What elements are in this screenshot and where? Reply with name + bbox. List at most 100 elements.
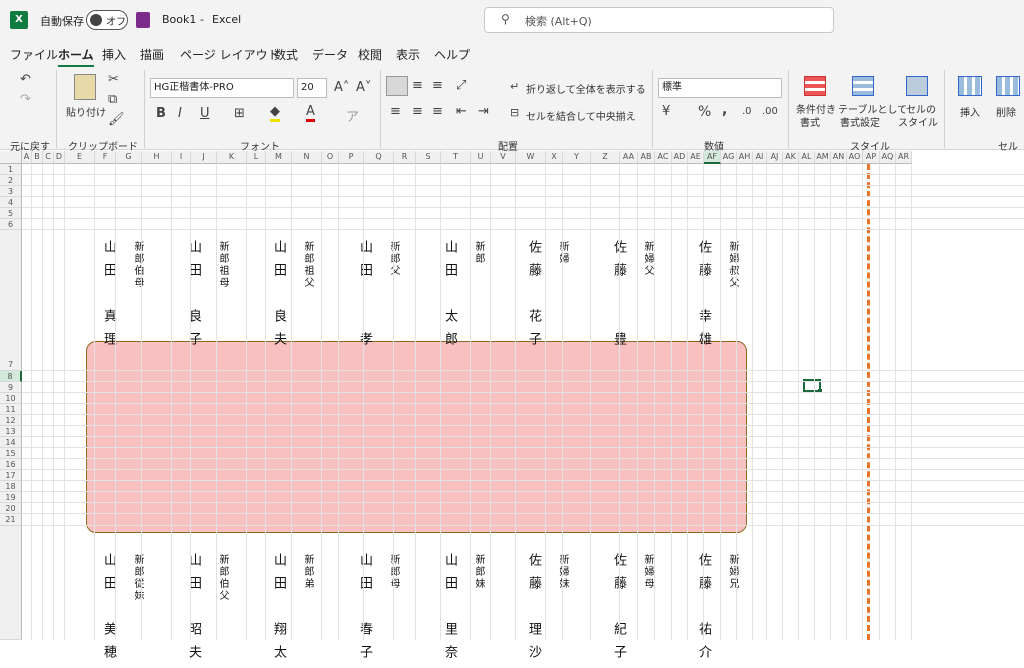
- tab-view[interactable]: 表示: [396, 46, 420, 63]
- percent-button[interactable]: %: [698, 104, 711, 120]
- merge-center-button[interactable]: セルを結合して中央揃え: [526, 108, 636, 123]
- column-header-AQ[interactable]: AQ: [880, 151, 896, 164]
- row-header-5[interactable]: 5: [0, 208, 22, 219]
- column-header-D[interactable]: D: [54, 151, 65, 164]
- guest-name[interactable]: 山田 孝: [355, 240, 374, 355]
- undo-icon[interactable]: ↶: [20, 72, 31, 87]
- bold-button[interactable]: B: [156, 106, 166, 121]
- tab-formulas[interactable]: 数式: [274, 46, 298, 63]
- column-header-AG[interactable]: AG: [721, 151, 737, 164]
- column-header-Q[interactable]: Q: [364, 151, 394, 164]
- row-header-2[interactable]: 2: [0, 175, 22, 186]
- column-header-F[interactable]: F: [95, 151, 116, 164]
- column-header-AC[interactable]: AC: [655, 151, 672, 164]
- select-all-corner[interactable]: [0, 151, 22, 164]
- column-header-O[interactable]: O: [322, 151, 339, 164]
- guest-role[interactable]: 新婦兄: [725, 554, 740, 590]
- column-header-T[interactable]: T: [441, 151, 471, 164]
- border-icon[interactable]: ⊞: [234, 106, 245, 121]
- column-header-B[interactable]: B: [32, 151, 43, 164]
- column-header-AR[interactable]: AR: [896, 151, 912, 164]
- guest-name[interactable]: 山田 良子: [184, 240, 203, 355]
- row-header-1[interactable]: 1: [0, 164, 22, 175]
- column-header-AN[interactable]: AN: [831, 151, 847, 164]
- row-header-16[interactable]: 16: [0, 459, 22, 470]
- redo-icon[interactable]: ↷: [20, 92, 31, 107]
- format-as-table-icon[interactable]: [852, 76, 874, 96]
- row-header-3[interactable]: 3: [0, 186, 22, 197]
- paste-button[interactable]: 貼り付け: [66, 104, 106, 119]
- wrap-text-button[interactable]: 折り返して全体を表示する: [526, 81, 646, 96]
- align-middle-icon[interactable]: ≡: [412, 78, 423, 93]
- column-header-E[interactable]: E: [65, 151, 95, 164]
- guest-role[interactable]: 新郎祖母: [215, 241, 230, 289]
- font-grow-icon[interactable]: A˄: [334, 80, 349, 95]
- column-header-V[interactable]: V: [491, 151, 516, 164]
- tab-home[interactable]: ホーム: [58, 46, 94, 67]
- column-header-AH[interactable]: AH: [737, 151, 753, 164]
- guest-role[interactable]: 新郎祖父: [300, 241, 315, 289]
- tab-review[interactable]: 校閲: [358, 46, 382, 63]
- guest-role[interactable]: 新婦叔父: [725, 241, 740, 289]
- copy-icon[interactable]: ⧉: [108, 92, 117, 107]
- paste-icon[interactable]: [74, 74, 96, 100]
- guest-role[interactable]: 新郎弟: [300, 554, 315, 590]
- italic-button[interactable]: I: [178, 106, 182, 121]
- currency-icon[interactable]: ¥: [662, 104, 670, 119]
- align-right-icon[interactable]: ≡: [432, 104, 443, 119]
- row-header-8[interactable]: 8: [0, 371, 22, 382]
- column-header-N[interactable]: N: [292, 151, 322, 164]
- row-header-10[interactable]: 10: [0, 393, 22, 404]
- column-header-K[interactable]: K: [217, 151, 247, 164]
- column-header-X[interactable]: X: [546, 151, 563, 164]
- guest-role[interactable]: 新郎従妹: [130, 554, 145, 602]
- delete-cells-button[interactable]: 削除: [996, 104, 1016, 119]
- column-header-AP[interactable]: AP: [863, 151, 880, 164]
- guest-name[interactable]: 山田 里奈: [440, 553, 459, 668]
- tab-insert[interactable]: 挿入: [102, 46, 126, 63]
- number-format-select[interactable]: 標準: [658, 78, 782, 98]
- tab-data[interactable]: データ: [312, 46, 348, 63]
- align-top-icon[interactable]: [386, 76, 408, 96]
- guest-role[interactable]: 新郎伯父: [215, 554, 230, 602]
- decimal-increase-icon[interactable]: .0: [742, 106, 752, 117]
- row-header-4[interactable]: 4: [0, 197, 22, 208]
- column-header-Z[interactable]: Z: [591, 151, 620, 164]
- guest-role[interactable]: 新郎妹: [471, 554, 486, 590]
- row-header-19[interactable]: 19: [0, 492, 22, 503]
- tab-draw[interactable]: 描画: [140, 46, 164, 63]
- column-header-AJ[interactable]: AJ: [767, 151, 783, 164]
- decimal-decrease-icon[interactable]: .00: [762, 106, 778, 117]
- column-header-AE[interactable]: AE: [688, 151, 704, 164]
- tab-page-layout[interactable]: ページ レイアウト: [180, 46, 280, 63]
- column-header-M[interactable]: M: [266, 151, 292, 164]
- guest-name[interactable]: 山田 春子: [355, 553, 374, 668]
- indent-decrease-icon[interactable]: ⇤: [456, 104, 467, 119]
- column-header-AM[interactable]: AM: [815, 151, 831, 164]
- column-header-AF[interactable]: AF: [704, 151, 721, 164]
- row-header-11[interactable]: 11: [0, 404, 22, 415]
- delete-cells-icon[interactable]: [996, 76, 1020, 96]
- guest-role[interactable]: 新婦父: [640, 241, 655, 277]
- column-header-G[interactable]: G: [116, 151, 142, 164]
- search-box[interactable]: ⚲ 検索 (Alt+Q): [484, 7, 834, 33]
- row-header-21[interactable]: 21: [0, 514, 22, 526]
- insert-cells-button[interactable]: 挿入: [960, 104, 980, 119]
- guest-name[interactable]: 佐藤 理沙: [524, 553, 543, 668]
- column-header-AD[interactable]: AD: [672, 151, 688, 164]
- cell-styles-icon[interactable]: [906, 76, 928, 96]
- align-bottom-icon[interactable]: ≡: [432, 78, 443, 93]
- font-size-select[interactable]: 20: [297, 78, 327, 98]
- row-header-15[interactable]: 15: [0, 448, 22, 459]
- column-header-W[interactable]: W: [516, 151, 546, 164]
- row-header-13[interactable]: 13: [0, 426, 22, 437]
- insert-cells-icon[interactable]: [958, 76, 982, 96]
- guest-name[interactable]: 山田 昭夫: [184, 553, 203, 668]
- guest-name[interactable]: 山田 良夫: [269, 240, 288, 355]
- row-header-17[interactable]: 17: [0, 470, 22, 481]
- tab-file[interactable]: ファイル: [10, 46, 58, 63]
- autosave-toggle[interactable]: オフ: [86, 10, 128, 30]
- save-icon[interactable]: [136, 12, 150, 28]
- row-header-20[interactable]: 20: [0, 503, 22, 514]
- comma-button[interactable]: ,: [722, 102, 727, 118]
